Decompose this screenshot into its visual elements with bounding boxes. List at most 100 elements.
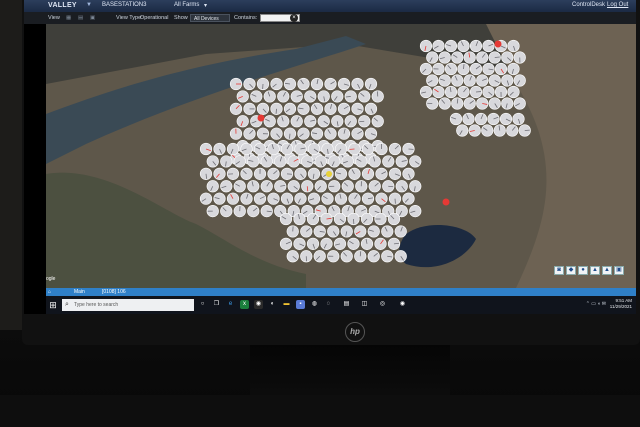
- pivot-marker[interactable]: [482, 39, 495, 53]
- pivot-marker[interactable]: [409, 205, 422, 218]
- view-type-value[interactable]: Operational: [140, 15, 168, 21]
- pivot-marker[interactable]: [501, 97, 514, 110]
- pivot-marker[interactable]: [444, 39, 458, 53]
- pivot-marker[interactable]: [451, 97, 464, 110]
- pivot-marker[interactable]: [364, 77, 378, 91]
- pivot-marker[interactable]: [313, 250, 326, 263]
- view-menu[interactable]: View: [48, 15, 60, 21]
- pivot-marker[interactable]: [206, 205, 219, 218]
- fullscreen-icon[interactable]: ▣: [614, 266, 624, 275]
- pivot-marker[interactable]: [213, 167, 226, 180]
- pivot-marker[interactable]: [279, 237, 293, 250]
- home-icon[interactable]: ⌂: [48, 289, 51, 295]
- pivot-marker[interactable]: [409, 180, 422, 193]
- pivot-marker[interactable]: [317, 115, 330, 128]
- pivot-marker[interactable]: [468, 124, 481, 137]
- pivot-marker[interactable]: [313, 225, 326, 238]
- pivot-marker[interactable]: [409, 155, 422, 168]
- pivot-marker[interactable]: [419, 39, 433, 53]
- pivot-marker[interactable]: [493, 124, 506, 137]
- pivot-marker[interactable]: [482, 62, 495, 76]
- pivot-marker[interactable]: [394, 250, 407, 263]
- pivot-marker[interactable]: [476, 51, 489, 64]
- pivot-marker[interactable]: [348, 192, 361, 205]
- pivot-marker[interactable]: [364, 127, 378, 140]
- file-explorer-icon[interactable]: ▬: [282, 300, 291, 309]
- pivot-marker[interactable]: [488, 51, 501, 64]
- pivot-marker[interactable]: [360, 212, 374, 226]
- pivot-marker[interactable]: [340, 225, 353, 238]
- show-devices-select[interactable]: All Devices: [190, 14, 230, 22]
- pivot-marker[interactable]: [307, 192, 321, 205]
- taskbar-clock[interactable]: 9:51 AM 11/29/2021: [610, 298, 632, 310]
- pivot-marker[interactable]: [279, 212, 293, 226]
- pivot-marker[interactable]: [199, 192, 213, 205]
- pivot-marker[interactable]: [488, 97, 501, 110]
- pivot-marker[interactable]: [306, 212, 320, 226]
- task-view-icon[interactable]: ❐: [212, 300, 221, 309]
- pivot-marker[interactable]: [507, 39, 520, 53]
- pivot-marker[interactable]: [243, 127, 256, 140]
- windows-start-icon[interactable]: ⊞: [48, 299, 58, 311]
- control-desk-link[interactable]: ControlDesk: [572, 2, 605, 8]
- pivot-marker[interactable]: [469, 39, 483, 53]
- app-icon-8[interactable]: ◉: [398, 300, 407, 309]
- pivot-marker[interactable]: [463, 51, 476, 64]
- pivot-marker[interactable]: [449, 112, 463, 126]
- pivot-marker[interactable]: [367, 225, 380, 238]
- pivot-marker[interactable]: [310, 77, 324, 91]
- pivot-marker[interactable]: [280, 142, 294, 156]
- pivot-marker[interactable]: [476, 97, 489, 110]
- pivot-marker[interactable]: [347, 212, 360, 226]
- pivot-marker[interactable]: [328, 180, 341, 193]
- pivot-marker[interactable]: [463, 74, 476, 87]
- pivot-marker[interactable]: [331, 90, 344, 103]
- pivot-marker[interactable]: [426, 74, 439, 87]
- pivot-marker[interactable]: [457, 62, 470, 76]
- pivot-marker[interactable]: [327, 250, 340, 263]
- pivot-marker[interactable]: [277, 90, 290, 103]
- pivot-marker[interactable]: [270, 77, 283, 91]
- pivot-marker[interactable]: [348, 142, 361, 156]
- app-icon-7[interactable]: ◎: [378, 300, 387, 309]
- pivot-marker[interactable]: [324, 127, 337, 140]
- pivot-marker[interactable]: [354, 250, 367, 263]
- pivot-marker[interactable]: [310, 127, 324, 140]
- map-view-icon[interactable]: ▣: [90, 15, 95, 21]
- pivot-marker[interactable]: [334, 167, 348, 180]
- pivot-marker[interactable]: [367, 250, 380, 263]
- pivot-marker[interactable]: [253, 192, 267, 205]
- pivot-marker[interactable]: [240, 142, 253, 156]
- grid-view-icon[interactable]: ▦: [66, 15, 71, 21]
- pivot-marker[interactable]: [283, 102, 297, 115]
- pivot-marker[interactable]: [333, 212, 347, 226]
- logout-link[interactable]: Log Out: [607, 2, 628, 8]
- water-drop-icon[interactable]: ●: [578, 266, 588, 275]
- pivot-marker[interactable]: [394, 225, 407, 238]
- pivot-marker[interactable]: [321, 142, 334, 156]
- pivot-marker[interactable]: [375, 142, 388, 156]
- app-icon-2[interactable]: ▪: [296, 300, 305, 309]
- pivot-marker[interactable]: [341, 155, 354, 168]
- pivot-marker[interactable]: [419, 85, 433, 99]
- pivot-marker[interactable]: [438, 51, 451, 64]
- camera-icon[interactable]: ◙: [554, 266, 564, 275]
- pivot-marker[interactable]: [260, 180, 273, 193]
- pivot-marker[interactable]: [507, 62, 520, 76]
- pivot-marker[interactable]: [382, 180, 395, 193]
- pivot-marker[interactable]: [333, 237, 347, 250]
- pivot-marker[interactable]: [337, 127, 351, 140]
- pivot-marker[interactable]: [374, 212, 387, 226]
- pivot-marker[interactable]: [474, 112, 488, 126]
- pivot-marker[interactable]: [361, 167, 375, 180]
- pivot-marker[interactable]: [260, 205, 273, 218]
- pivot-marker[interactable]: [488, 74, 501, 87]
- pivot-marker[interactable]: [233, 205, 246, 218]
- pivot-marker[interactable]: [256, 77, 270, 91]
- pivot-marker[interactable]: [432, 85, 445, 99]
- pivot-marker[interactable]: [229, 102, 243, 115]
- pivot-marker[interactable]: [310, 102, 324, 115]
- pivot-marker[interactable]: [277, 115, 290, 128]
- excel-icon[interactable]: x: [240, 300, 249, 309]
- pivot-marker[interactable]: [267, 142, 280, 156]
